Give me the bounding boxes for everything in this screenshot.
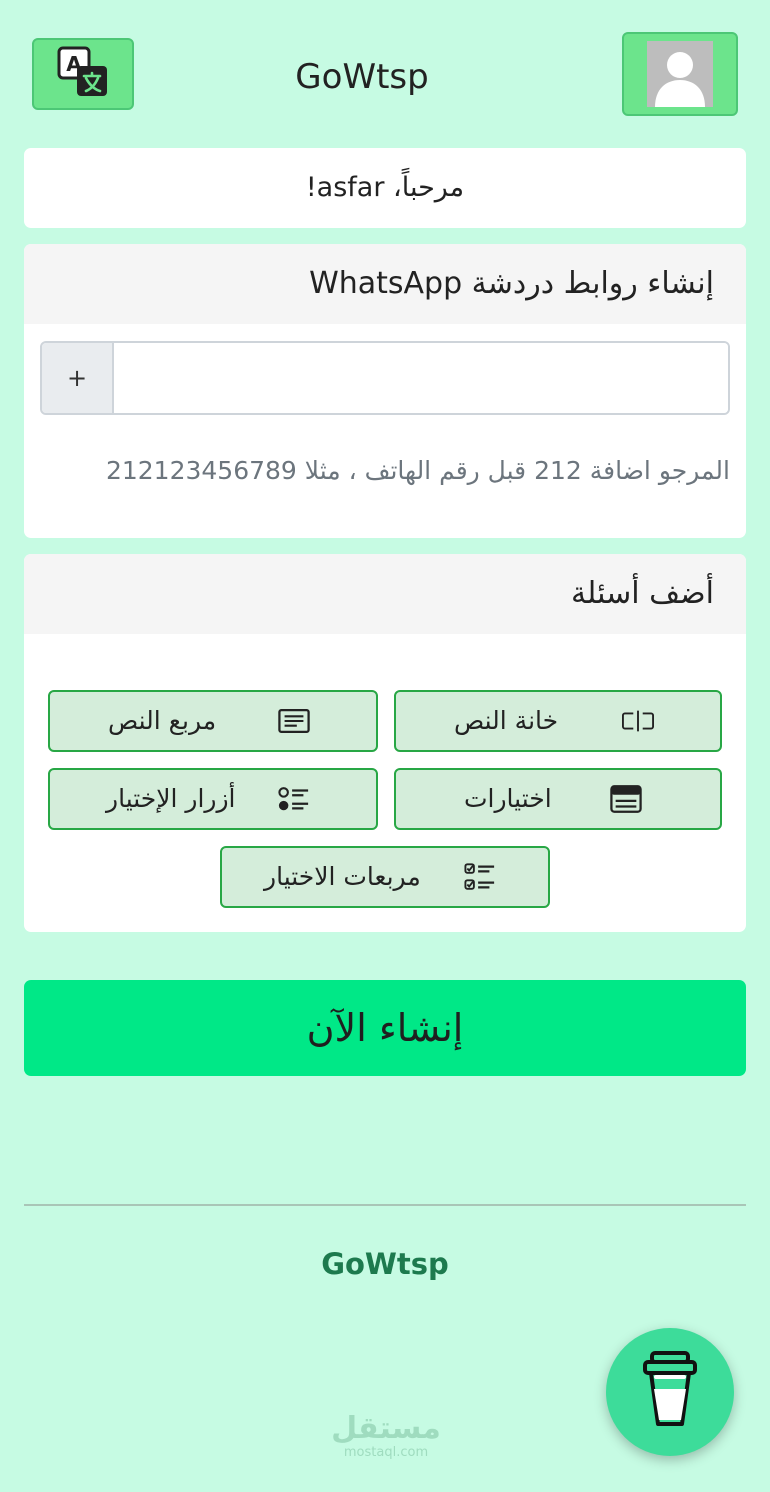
- questions-section-title: أضف أسئلة: [24, 554, 746, 634]
- add-select-button[interactable]: اختيارات: [394, 768, 722, 830]
- coffee-cup-icon: [640, 1350, 700, 1434]
- user-avatar-icon: [647, 41, 713, 107]
- whatsapp-links-card: إنشاء روابط دردشة WhatsApp + المرجو اضاف…: [24, 244, 746, 538]
- user-menu-button[interactable]: [622, 32, 738, 116]
- greeting-text: مرحباً، asfar!: [305, 172, 465, 203]
- add-questions-card: أضف أسئلة خانة النص مربع النص اختيارات أ…: [24, 554, 746, 932]
- watermark-arabic: مستقل: [331, 1411, 441, 1446]
- text-input-icon: [622, 707, 654, 735]
- phone-help-text: المرجو اضافة 212 قبل رقم الهاتف ، مثلا 2…: [105, 456, 730, 485]
- checkboxes-label: مربعات الاختيار: [264, 862, 421, 891]
- app-title: GoWtsp: [295, 57, 429, 97]
- translate-icon: A: [57, 46, 109, 102]
- footer-brand: GoWtsp: [321, 1247, 449, 1281]
- textarea-icon: [278, 707, 310, 735]
- radio-list-icon: [278, 785, 310, 813]
- footer-divider: [24, 1204, 746, 1206]
- select-icon: [610, 785, 642, 813]
- links-section-title: إنشاء روابط دردشة WhatsApp: [24, 244, 746, 324]
- add-text-field-button[interactable]: خانة النص: [394, 690, 722, 752]
- watermark-latin: mostaql.com: [343, 1445, 429, 1460]
- create-now-button[interactable]: إنشاء الآن: [24, 980, 746, 1076]
- radio-buttons-label: أزرار الإختيار: [106, 784, 236, 813]
- mostaql-watermark: مستقل mostaql.com: [330, 1411, 442, 1460]
- select-label: اختيارات: [464, 784, 552, 813]
- app-page: A GoWtsp مرحباً، asfar! إنشاء روابط دردش…: [0, 0, 770, 1492]
- textarea-label: مربع النص: [108, 706, 217, 735]
- add-checkboxes-button[interactable]: مربعات الاختيار: [220, 846, 550, 908]
- phone-input-group: +: [40, 341, 730, 415]
- add-radio-buttons-button[interactable]: أزرار الإختيار: [48, 768, 378, 830]
- greeting-card: مرحباً، asfar!: [24, 148, 746, 228]
- add-textarea-button[interactable]: مربع النص: [48, 690, 378, 752]
- checkbox-list-icon: [464, 863, 496, 891]
- buy-me-a-coffee-button[interactable]: [606, 1328, 734, 1456]
- add-phone-button[interactable]: +: [42, 343, 114, 413]
- phone-number-input[interactable]: [114, 343, 728, 413]
- language-toggle-button[interactable]: A: [32, 38, 134, 110]
- text-field-label: خانة النص: [454, 706, 559, 735]
